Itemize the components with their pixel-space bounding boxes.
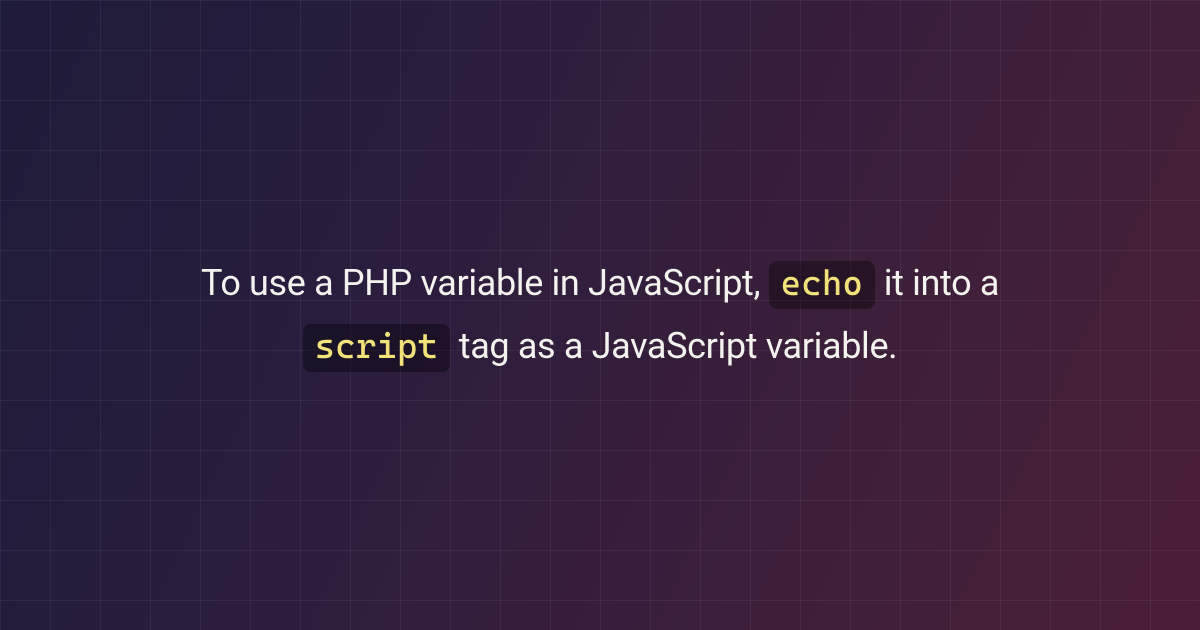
summary-text-segment: it into a [875,262,999,304]
summary-text: To use a PHP variable in JavaScript, ech… [160,252,1040,378]
code-echo: echo [769,261,875,309]
code-script: script [303,324,451,372]
summary-text-segment: To use a PHP variable in JavaScript, [201,262,769,304]
summary-card: To use a PHP variable in JavaScript, ech… [120,252,1080,378]
summary-text-segment: tag as a JavaScript variable. [450,325,897,367]
